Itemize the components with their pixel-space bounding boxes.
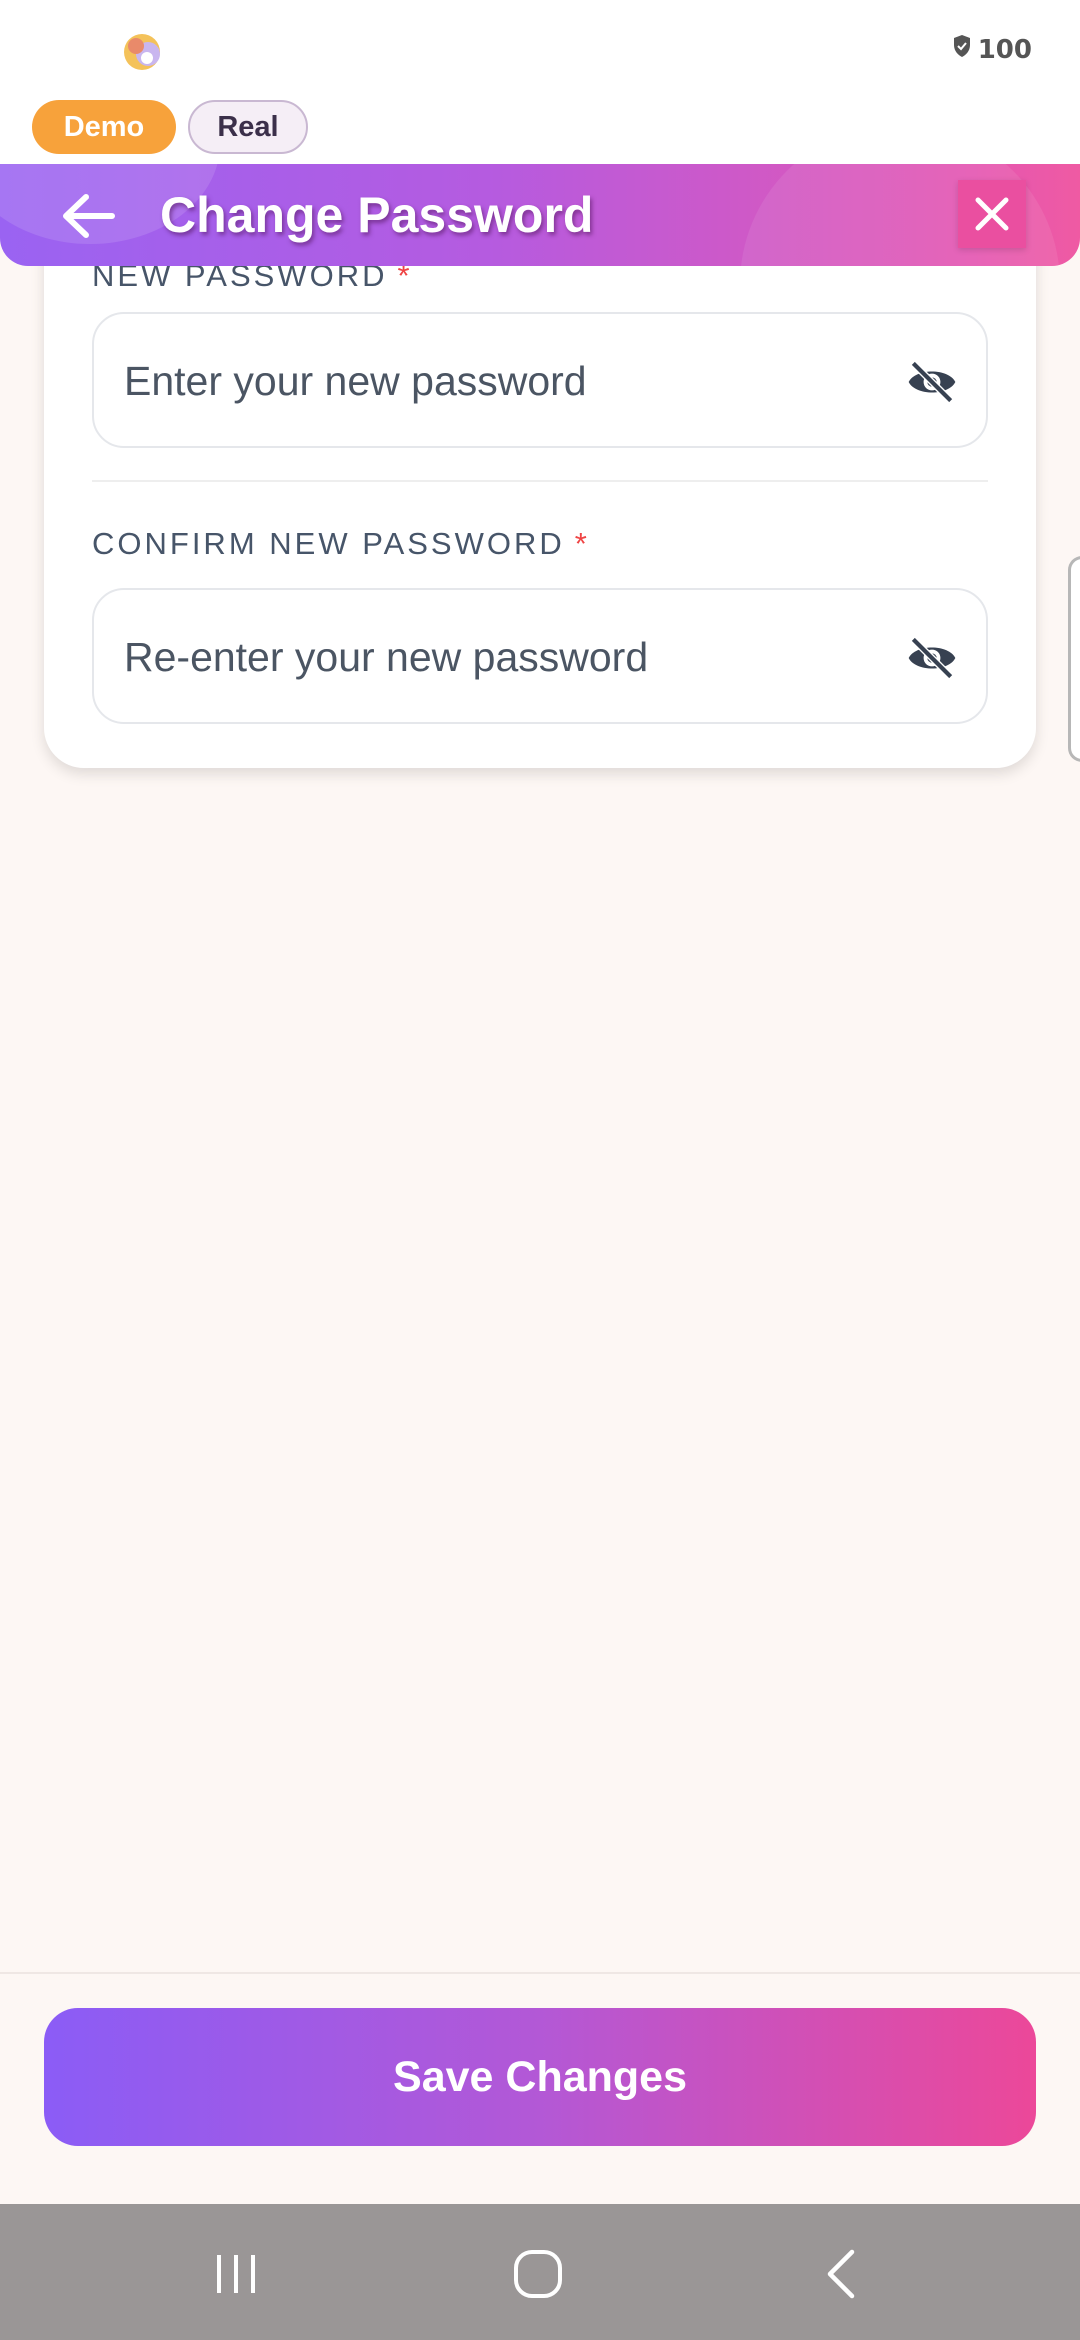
footer-divider [0,1972,1080,1974]
app-logo-icon [120,30,164,74]
side-drawer-handle[interactable] [1068,556,1080,762]
demo-chip[interactable]: Demo [32,100,176,154]
confirm-password-label: CONFIRM NEW PASSWORD * [92,526,590,562]
home-icon[interactable] [498,2244,578,2304]
password-form-card: NEW PASSWORD * Enter your new password CO… [44,230,1036,768]
eye-off-icon[interactable] [904,630,960,686]
field-divider [92,480,988,482]
shield-battery-icon [952,34,972,65]
header-bar: Change Password [0,164,1080,266]
save-changes-button[interactable]: Save Changes [44,2008,1036,2146]
back-chevron-icon[interactable] [800,2244,880,2304]
page-title: Change Password [160,187,594,243]
mode-toggle: Demo Real [0,96,1080,166]
real-chip[interactable]: Real [188,100,308,154]
battery-level: 100 [977,34,1032,65]
confirm-password-placeholder: Re-enter your new password [124,634,649,680]
confirm-password-field[interactable]: Re-enter your new password [92,588,988,724]
recents-icon[interactable] [196,2244,276,2304]
required-marker: * [574,526,590,561]
eye-off-icon[interactable] [904,354,960,410]
confirm-password-label-text: CONFIRM NEW PASSWORD [92,526,565,561]
new-password-field[interactable]: Enter your new password [92,312,988,448]
battery-indicator: 100 [952,34,1032,65]
close-icon[interactable] [958,180,1026,248]
arrow-left-icon[interactable] [56,186,120,246]
new-password-placeholder: Enter your new password [124,358,587,404]
status-bar: 100 [0,0,1080,100]
system-nav-bar [0,2204,1080,2340]
